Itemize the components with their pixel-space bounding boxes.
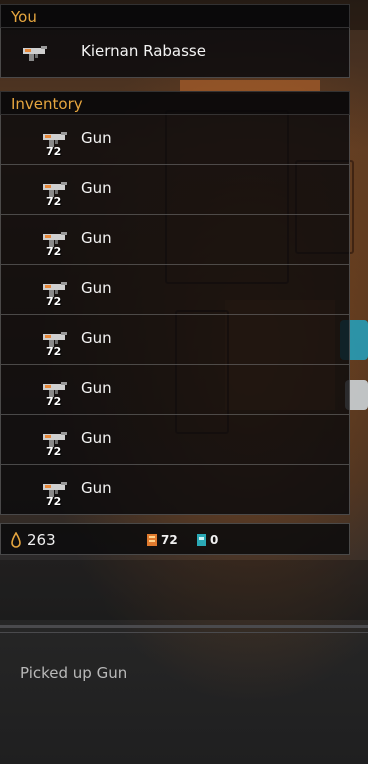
- inventory-item[interactable]: 72 Gun: [0, 115, 350, 165]
- item-quantity: 72: [46, 245, 62, 258]
- inventory-item[interactable]: 72 Gun: [0, 315, 350, 365]
- inventory-item[interactable]: 72 Gun: [0, 165, 350, 215]
- pickup-message: Picked up Gun: [20, 664, 128, 682]
- item-name: Gun: [81, 179, 112, 197]
- item-name: Gun: [81, 429, 112, 447]
- player-row: Kiernan Rabasse: [0, 28, 350, 78]
- inventory-item[interactable]: 72 Gun: [0, 365, 350, 415]
- player-name: Kiernan Rabasse: [81, 42, 206, 60]
- inventory-item[interactable]: 72 Gun: [0, 215, 350, 265]
- item-name: Gun: [81, 129, 112, 147]
- currency-count: 263: [27, 531, 56, 549]
- item-name: Gun: [81, 479, 112, 497]
- inventory-item[interactable]: 72 Gun: [0, 265, 350, 315]
- inventory-list: 72 Gun 72 Gun 72 Gun 72 Gun 72 Gun 72 Gu…: [0, 115, 350, 515]
- item-quantity: 72: [46, 345, 62, 358]
- item-quantity: 72: [46, 295, 62, 308]
- item-name: Gun: [81, 379, 112, 397]
- item-quantity: 72: [46, 195, 62, 208]
- you-header: You: [0, 4, 350, 28]
- item-quantity: 72: [46, 445, 62, 458]
- item-quantity: 72: [46, 495, 62, 508]
- ammo-icon: [147, 534, 157, 546]
- inventory-item[interactable]: 72 Gun: [0, 465, 350, 515]
- ammo-count: 72: [161, 533, 178, 547]
- item-quantity: 72: [46, 145, 62, 158]
- you-panel: You Kiernan Rabasse: [0, 4, 350, 78]
- keycard-icon: [197, 534, 206, 546]
- inventory-header: Inventory: [0, 91, 350, 115]
- status-bar: 263 72 0: [0, 523, 350, 555]
- inventory-item[interactable]: 72 Gun: [0, 415, 350, 465]
- item-quantity: 72: [46, 395, 62, 408]
- inventory-panel: Inventory 72 Gun 72 Gun 72 Gun 72 Gun 72…: [0, 91, 350, 515]
- item-name: Gun: [81, 329, 112, 347]
- keycard-count: 0: [210, 533, 219, 547]
- drop-icon: [11, 532, 21, 548]
- item-name: Gun: [81, 279, 112, 297]
- item-name: Gun: [81, 229, 112, 247]
- gun-icon: [23, 46, 47, 61]
